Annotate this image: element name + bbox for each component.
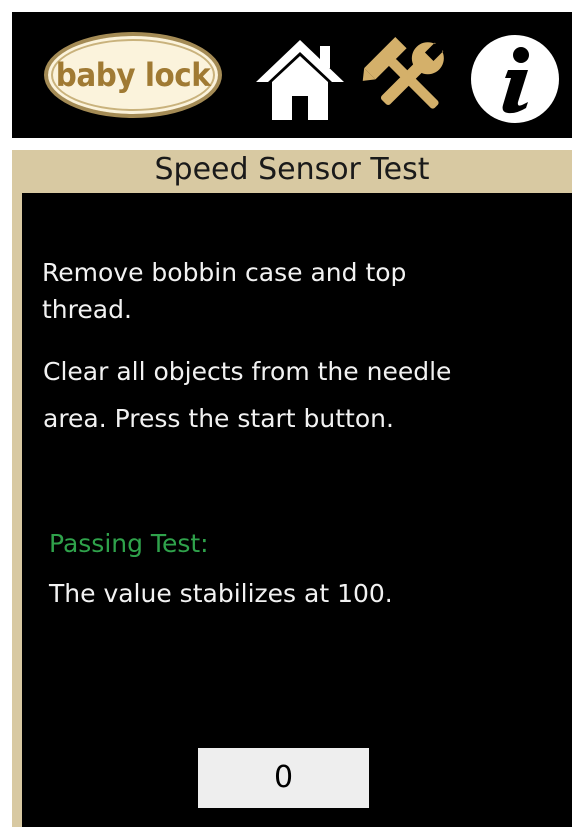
page-title: Speed Sensor Test xyxy=(154,152,430,187)
top-toolbar: baby lock xyxy=(12,12,572,138)
sensor-value-readout: 0 xyxy=(198,748,369,808)
home-button[interactable] xyxy=(252,36,348,122)
home-icon xyxy=(256,40,344,120)
test-content: Remove bobbin case and top thread. Clear… xyxy=(22,193,572,827)
instruction-clear-needle-area: Clear all objects from the needle area. … xyxy=(43,357,452,433)
instruction-remove-bobbin: Remove bobbin case and top thread. xyxy=(42,258,407,324)
test-panel: Speed Sensor Test Remove bobbin case and… xyxy=(12,150,572,827)
info-icon xyxy=(471,35,559,123)
baby-lock-logo[interactable]: baby lock xyxy=(44,32,222,118)
tools-button[interactable] xyxy=(362,32,454,124)
info-button[interactable] xyxy=(468,32,562,126)
passing-criteria: The value stabilizes at 100. xyxy=(49,579,393,608)
logo-text: baby lock xyxy=(55,56,211,94)
passing-test-label: Passing Test: xyxy=(49,529,209,558)
tools-icon xyxy=(362,36,445,109)
